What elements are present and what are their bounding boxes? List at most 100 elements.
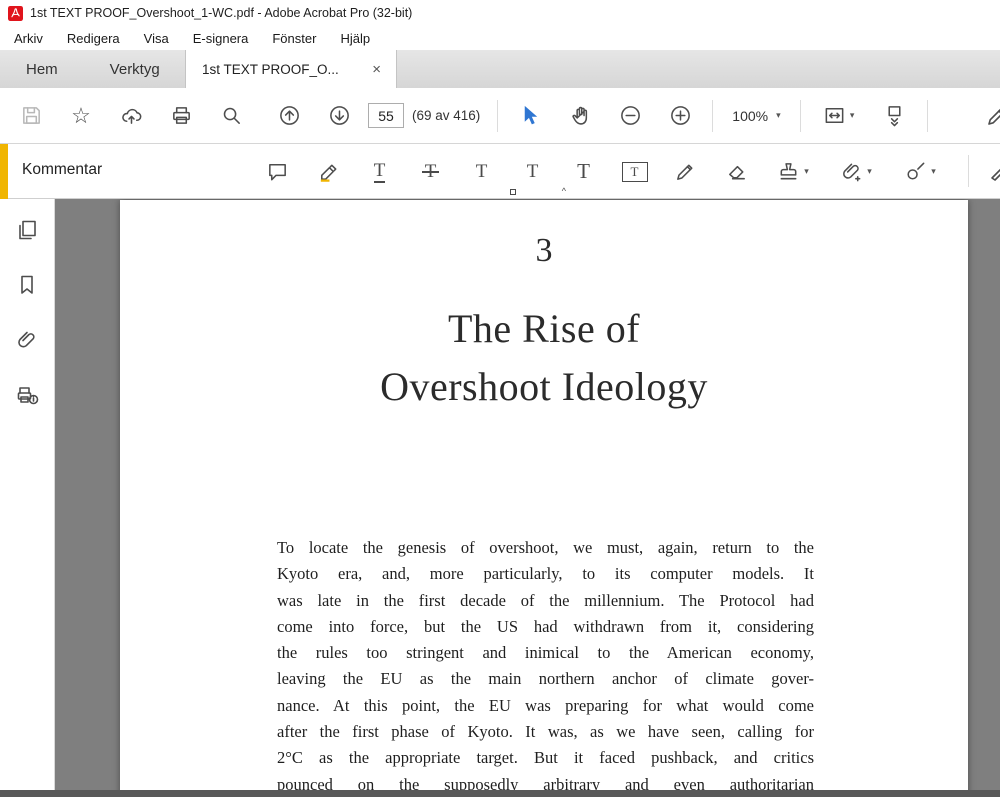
body-line: Kyoto era, and, more particularly, to it…: [277, 564, 814, 584]
save-button[interactable]: [6, 96, 56, 136]
toolbar-separator: [926, 99, 928, 132]
body-line: pounced on the supposedly arbitrary and …: [277, 774, 814, 790]
more-tools-partial-button[interactable]: [988, 160, 1000, 189]
tab-tools[interactable]: Verktyg: [84, 50, 186, 88]
add-text-comment-button[interactable]: T: [558, 151, 609, 193]
page-thumbnails-icon: [19, 220, 36, 240]
bookmark-icon: [21, 275, 33, 294]
star-icon: ☆: [71, 102, 91, 128]
share-cloud-button[interactable]: [106, 96, 156, 136]
navigation-panel-bar: [0, 199, 55, 790]
replace-text-button[interactable]: T: [456, 151, 516, 195]
menu-e-signera[interactable]: E-signera: [181, 28, 261, 49]
menu-arkiv[interactable]: Arkiv: [2, 28, 55, 49]
print-button[interactable]: [156, 96, 206, 136]
fit-width-icon: [825, 108, 844, 123]
search-button[interactable]: [206, 96, 256, 136]
body-line: 2°C as the appropriate target. But it fa…: [277, 748, 814, 768]
page-thumbnails-button[interactable]: [14, 217, 40, 243]
printer-info-icon: [17, 387, 39, 405]
chevron-down-icon: ▾: [804, 166, 809, 176]
comment-separator: [968, 155, 969, 187]
plus-circle-icon: [670, 106, 690, 125]
zoom-in-button[interactable]: [655, 96, 705, 136]
arrow-down-circle-icon: [329, 106, 349, 125]
text-box-button[interactable]: T: [609, 151, 660, 193]
main-area: ◀ 3 The Rise of Overshoot Ideology To lo…: [0, 199, 1000, 790]
edit-pdf-partial-button[interactable]: [985, 104, 1000, 133]
more-tools-icon: [991, 168, 1000, 181]
body-line: leaving the EU as the main northern anch…: [277, 669, 814, 689]
drawing-tools-button[interactable]: ▾: [888, 151, 952, 193]
toolbar-separator: [497, 99, 499, 132]
cloud-upload-icon: [121, 108, 141, 124]
tab-home[interactable]: Hem: [0, 50, 84, 88]
chapter-title-line2: Overshoot Ideology: [380, 364, 708, 409]
printer-icon: [172, 107, 190, 124]
shapes-icon: [907, 162, 925, 180]
replace-text-icon: T: [475, 161, 488, 182]
body-line: To locate the genesis of overshoot, we m…: [277, 538, 814, 557]
text-box-icon: T: [621, 161, 648, 182]
body-line: nance. At this point, the EU was prepari…: [277, 695, 814, 715]
toolbar-separator: [712, 99, 714, 132]
tab-document-label: 1st TEXT PROOF_O...: [202, 61, 339, 77]
body-line: after the first phase of Kyoto. It was, …: [277, 722, 814, 742]
strikethrough-text-button[interactable]: T: [405, 151, 456, 193]
arrow-up-circle-icon: [279, 106, 299, 125]
zoom-level-value: 100%: [732, 107, 769, 124]
tab-document[interactable]: 1st TEXT PROOF_O... ×: [185, 50, 397, 88]
page-number-input[interactable]: [368, 103, 404, 128]
chapter-title: The Rise of Overshoot Ideology: [120, 300, 968, 416]
menu-redigera[interactable]: Redigera: [55, 28, 132, 49]
hand-tool-button[interactable]: [555, 96, 605, 136]
insert-text-button[interactable]: T ^: [507, 151, 566, 196]
underline-text-icon: T: [373, 159, 386, 183]
main-toolbar: ☆ (69 av 416): [0, 88, 1000, 144]
pencil-icon: [988, 108, 1000, 125]
star-button[interactable]: ☆: [56, 96, 106, 136]
save-icon: [22, 107, 40, 124]
previous-page-button[interactable]: [264, 96, 314, 136]
body-line: was late in the first decade of the mill…: [277, 590, 814, 610]
underline-text-button[interactable]: T: [354, 151, 405, 193]
attach-file-button[interactable]: ▾: [824, 151, 888, 193]
continuous-scroll-icon: [888, 106, 901, 127]
next-page-button[interactable]: [314, 96, 364, 136]
fit-width-button[interactable]: ▾: [808, 96, 870, 136]
comment-accent-bar: [0, 144, 8, 199]
search-icon: [223, 107, 240, 124]
strikethrough-text-icon: T: [421, 161, 439, 182]
stamp-icon: [780, 163, 797, 180]
zoom-out-button[interactable]: [605, 96, 655, 136]
bookmarks-button[interactable]: [14, 272, 40, 298]
highlight-text-button[interactable]: [303, 151, 354, 193]
scroll-mode-button[interactable]: [870, 96, 920, 136]
pencil-icon: [677, 164, 693, 180]
select-tool-button[interactable]: [505, 96, 555, 136]
menu-fonster[interactable]: Fönster: [260, 28, 328, 49]
hand-icon: [572, 106, 587, 125]
pdf-page: 3 The Rise of Overshoot Ideology To loca…: [120, 200, 968, 790]
attachments-button[interactable]: [14, 327, 40, 353]
tab-close-icon[interactable]: ×: [369, 61, 384, 78]
sticky-note-icon: [269, 164, 286, 181]
body-paragraph: To locate the genesis of overshoot, we m…: [277, 535, 814, 790]
eraser-button[interactable]: [711, 151, 762, 193]
document-viewport[interactable]: 3 The Rise of Overshoot Ideology To loca…: [55, 199, 1000, 790]
menu-visa[interactable]: Visa: [132, 28, 181, 49]
body-line: come into force, but the US had withdraw…: [277, 616, 814, 636]
zoom-level-dropdown[interactable]: 100% ▾: [720, 108, 792, 124]
comment-toolbar-label: Kommentar: [22, 161, 103, 178]
window-title: 1st TEXT PROOF_Overshoot_1-WC.pdf - Adob…: [30, 6, 413, 20]
output-info-button[interactable]: [14, 382, 40, 408]
toolbar-separator: [799, 99, 801, 132]
menu-bar: Arkiv Redigera Visa E-signera Fönster Hj…: [0, 26, 1000, 50]
chapter-title-line1: The Rise of: [447, 306, 641, 351]
menu-hjalp[interactable]: Hjälp: [328, 28, 382, 49]
chevron-down-icon: ▾: [867, 166, 872, 176]
sticky-note-button[interactable]: [252, 151, 303, 193]
draw-pencil-button[interactable]: [660, 151, 711, 193]
stamp-button[interactable]: ▾: [762, 151, 824, 193]
title-bar: 1st TEXT PROOF_Overshoot_1-WC.pdf - Adob…: [0, 0, 1000, 26]
